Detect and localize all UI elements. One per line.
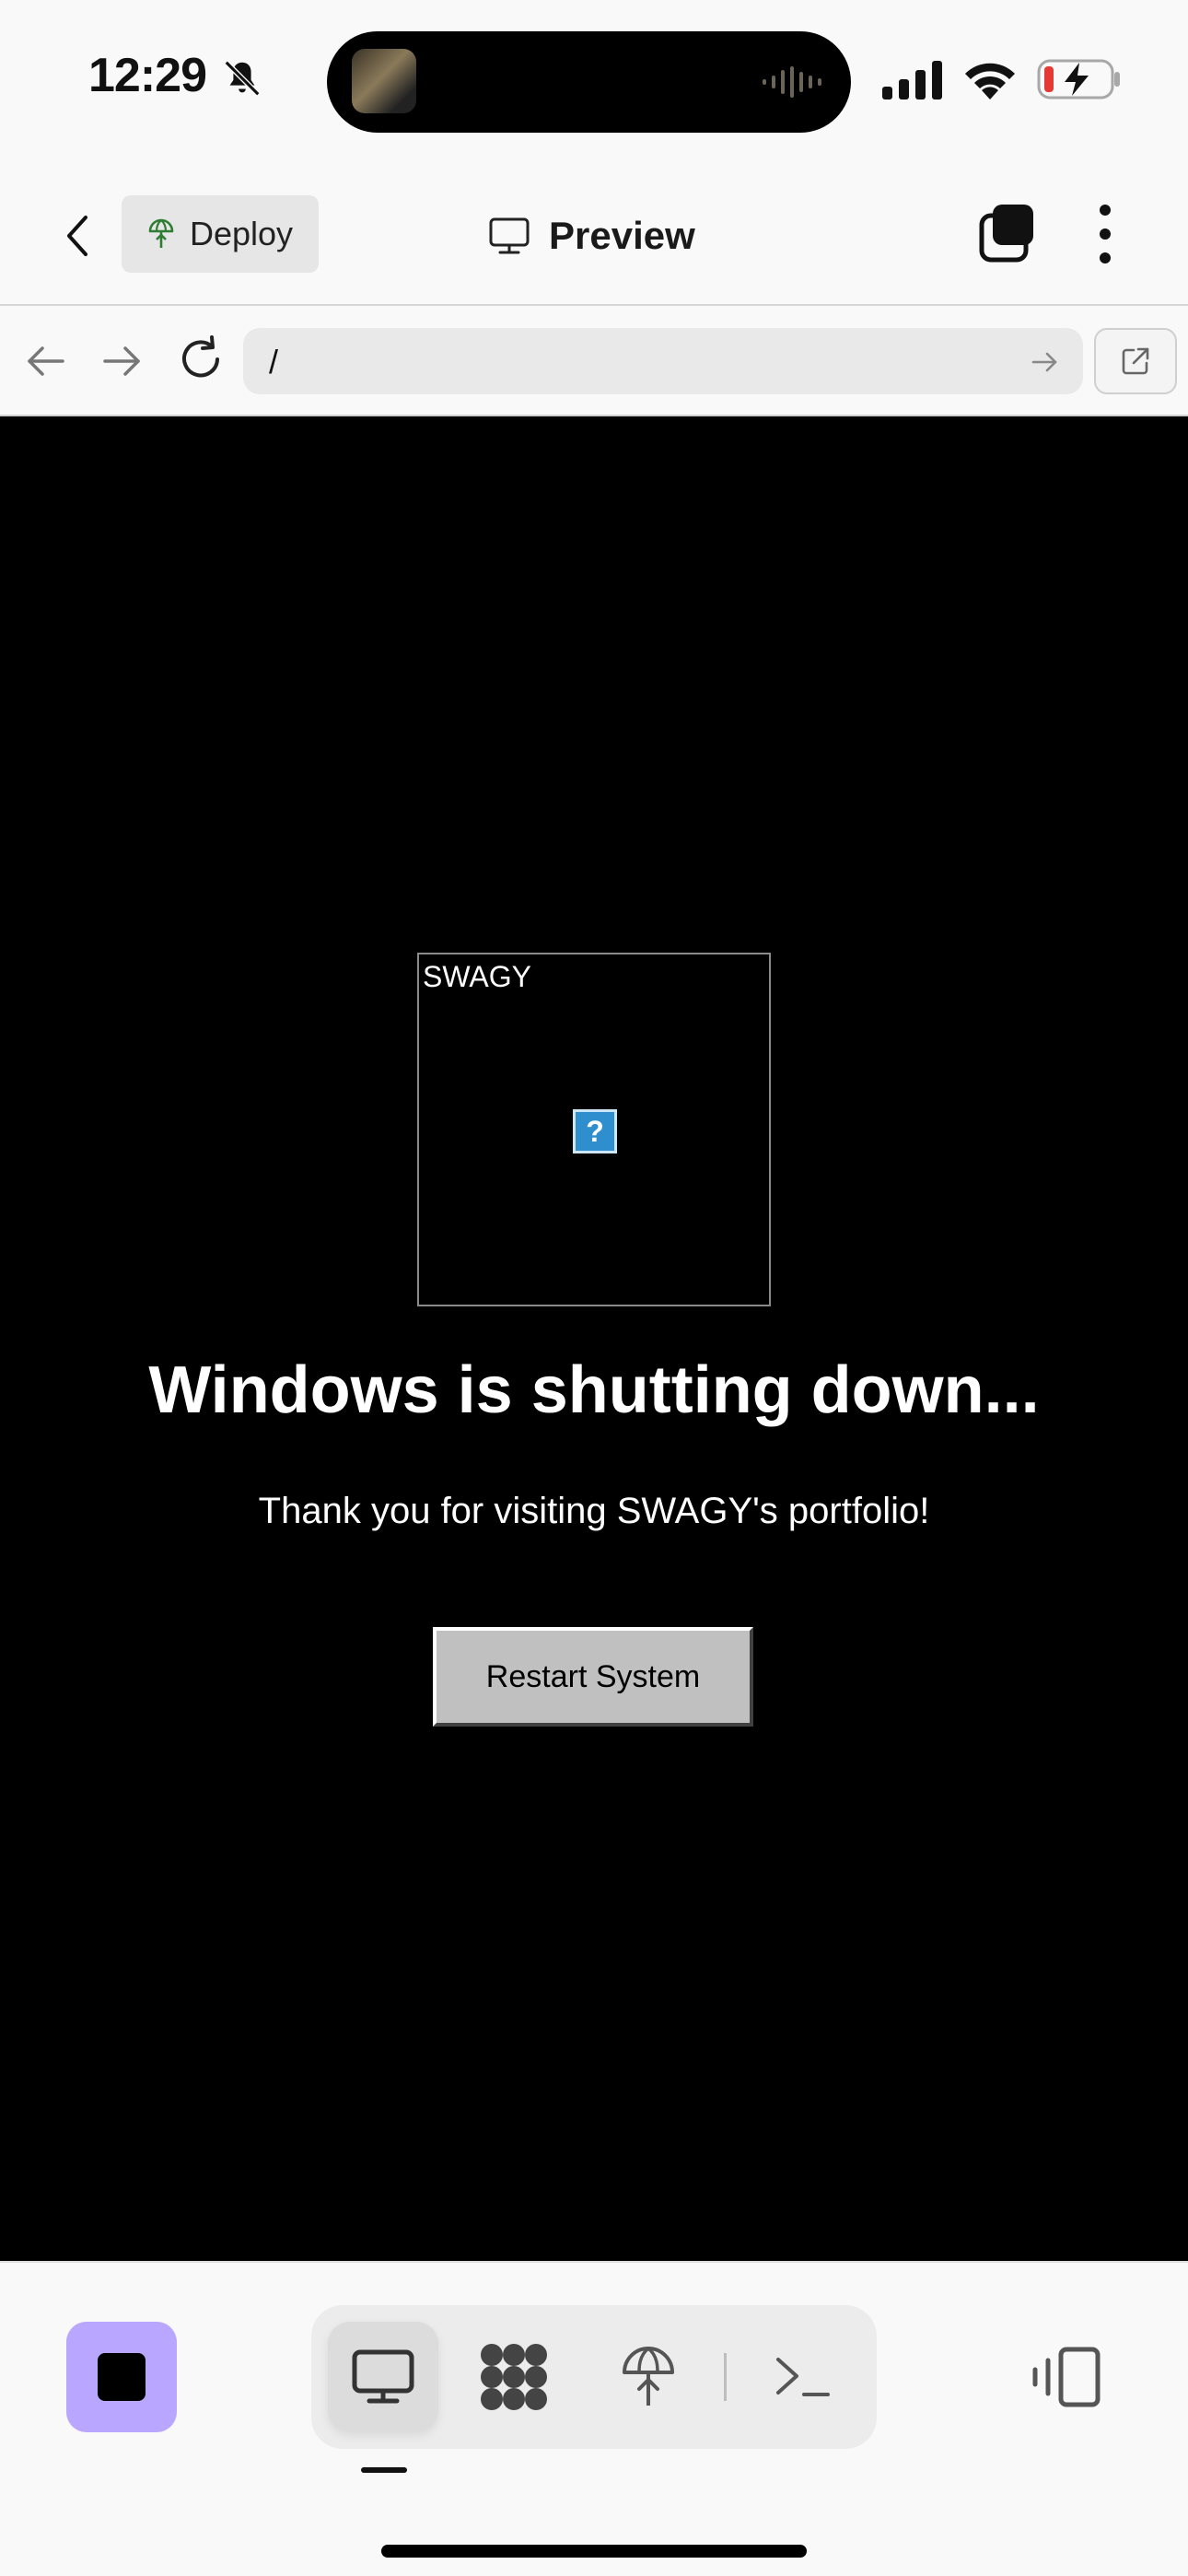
extensions-icon	[481, 2344, 547, 2410]
battery-charging-icon	[1037, 59, 1120, 100]
address-bar: /	[0, 306, 1188, 416]
tool-switcher	[311, 2305, 877, 2449]
tabs-icon[interactable]	[978, 203, 1035, 263]
chevron-left-icon	[67, 216, 87, 256]
reload-icon[interactable]	[175, 334, 227, 385]
arrow-left-icon[interactable]	[22, 337, 70, 385]
wifi-icon	[965, 63, 1015, 100]
more-vertical-icon[interactable]	[1090, 201, 1120, 267]
open-external-icon	[1122, 347, 1149, 375]
dynamic-island[interactable]	[327, 31, 851, 133]
layout-toggle-icon[interactable]	[1031, 2346, 1101, 2408]
go-arrow-icon[interactable]	[1030, 346, 1061, 378]
back-button[interactable]	[52, 206, 103, 265]
signal-icon	[882, 61, 942, 100]
page-title: Preview	[488, 206, 695, 265]
arrow-right-icon[interactable]	[98, 337, 146, 385]
shutdown-headline: Windows is shutting down...	[148, 1353, 1040, 1427]
audio-wave-icon	[763, 66, 821, 98]
deploy-icon	[148, 218, 174, 248]
deploy-icon	[623, 2347, 674, 2406]
tool-preview[interactable]	[328, 2322, 438, 2432]
tool-deploy[interactable]	[593, 2322, 704, 2432]
restart-system-button[interactable]: Restart System	[433, 1627, 753, 1727]
stop-button[interactable]	[66, 2322, 177, 2432]
bell-off-icon	[224, 60, 261, 97]
url-text: /	[269, 343, 279, 381]
deploy-label: Deploy	[190, 215, 294, 252]
broken-image-icon: ?	[573, 1109, 617, 1153]
page-title-label: Preview	[549, 214, 695, 257]
terminal-icon	[776, 2358, 830, 2396]
monitor-icon	[489, 217, 530, 254]
thank-you-message: Thank you for visiting SWAGY's portfolio…	[258, 1491, 930, 1531]
url-input[interactable]: /	[243, 328, 1083, 394]
active-tab-indicator	[361, 2467, 407, 2473]
logo-alt-text: SWAGY	[423, 960, 531, 993]
tool-shell[interactable]	[748, 2322, 858, 2432]
deploy-button[interactable]: Deploy	[122, 195, 319, 273]
tool-divider	[724, 2353, 727, 2401]
status-bar: 12:29	[0, 0, 1188, 166]
top-nav: Deploy Preview	[0, 166, 1188, 306]
status-time: 12:29	[88, 49, 207, 102]
now-playing-artwork	[352, 49, 416, 113]
tool-extensions[interactable]	[459, 2322, 569, 2432]
monitor-icon	[352, 2349, 414, 2404]
preview-viewport: SWAGY ? Windows is shutting down... Than…	[0, 416, 1188, 2261]
logo-image: SWAGY ?	[417, 953, 771, 1306]
open-external-button[interactable]	[1094, 328, 1177, 394]
home-indicator[interactable]	[381, 2545, 807, 2558]
bottom-toolbar	[0, 2261, 1188, 2576]
stop-icon	[98, 2353, 146, 2401]
